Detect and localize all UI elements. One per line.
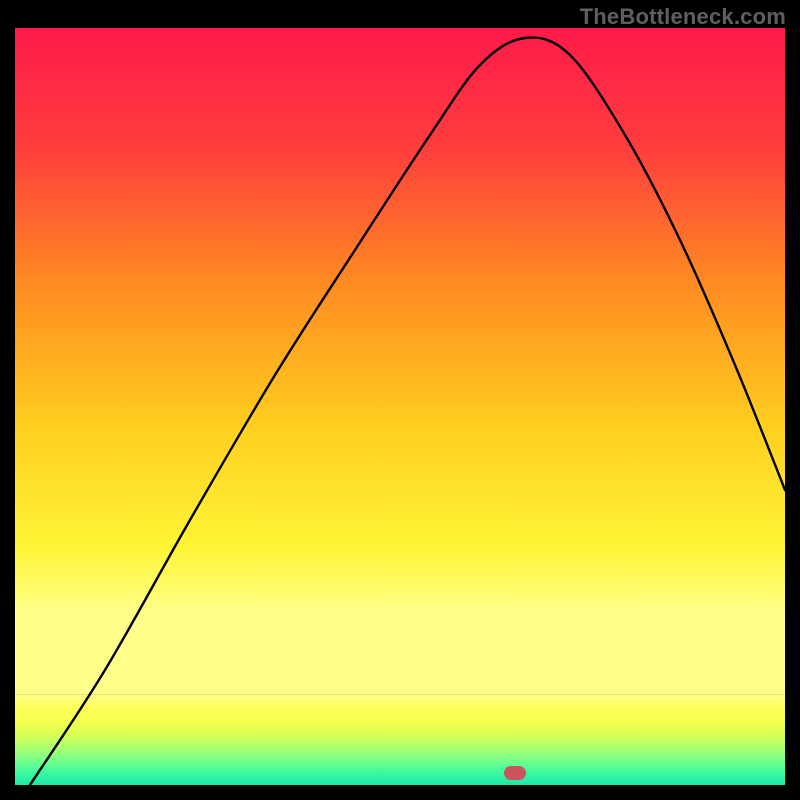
optimal-point-marker bbox=[504, 766, 526, 780]
gradient-background-main bbox=[15, 28, 785, 694]
watermark-text: TheBottleneck.com bbox=[580, 4, 786, 30]
plot-area bbox=[15, 28, 785, 785]
chart-container: TheBottleneck.com bbox=[0, 0, 800, 800]
gradient-background-tail bbox=[15, 694, 785, 785]
plot-svg bbox=[15, 28, 785, 785]
